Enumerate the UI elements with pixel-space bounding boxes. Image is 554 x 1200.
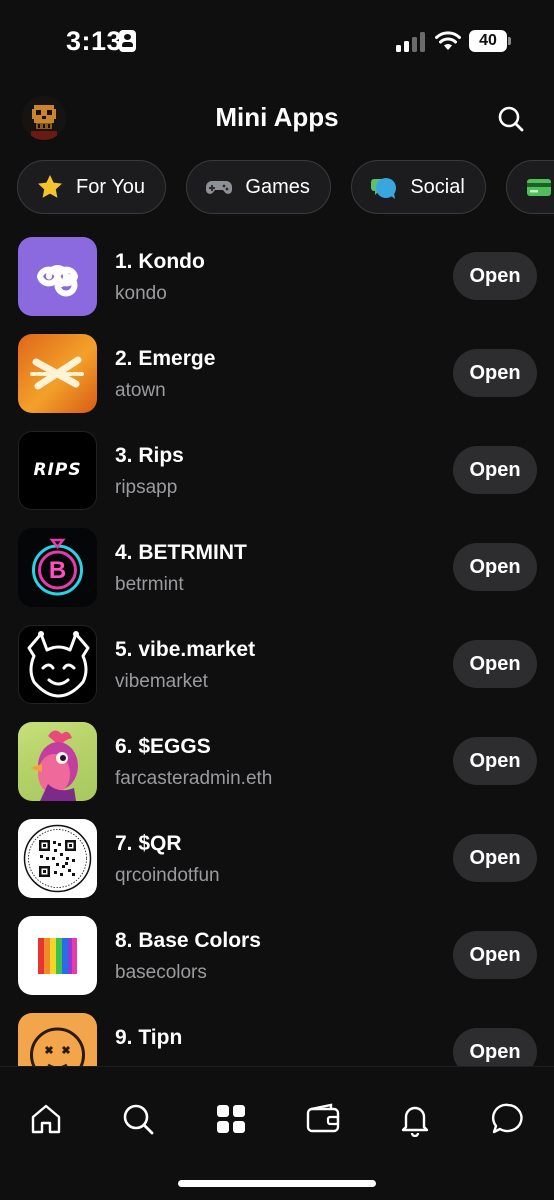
chat-icon[interactable] xyxy=(490,1101,526,1137)
filter-chips: For You Games Social Fi xyxy=(17,160,554,214)
rooster-logo xyxy=(18,722,97,801)
app-author: farcasteradmin.eth xyxy=(115,768,273,789)
battery-cap xyxy=(508,37,511,45)
chip-label: For You xyxy=(76,175,145,198)
open-button[interactable]: Open xyxy=(453,834,537,882)
gamepad-icon xyxy=(206,181,233,194)
grid-icon[interactable] xyxy=(213,1101,249,1137)
app-author: atown xyxy=(115,380,166,401)
app-author: kondo xyxy=(115,283,167,304)
list-item[interactable]: 6. $EGGS farcasteradmin.eth Open xyxy=(0,713,554,810)
chip-social[interactable]: Social xyxy=(351,160,486,214)
open-button[interactable]: Open xyxy=(453,446,537,494)
betrmint-logo-text: B xyxy=(48,557,67,584)
chat-bubbles-icon xyxy=(371,178,397,199)
app-author: betrmint xyxy=(115,574,184,595)
list-item[interactable]: 1. Kondo kondo Open xyxy=(0,228,554,325)
page-title: Mini Apps xyxy=(215,102,339,132)
app-list: 1. Kondo kondo Open 2. Emerge atown Open… xyxy=(0,228,554,1066)
app-name: 6. $EGGS xyxy=(115,735,211,758)
home-indicator xyxy=(178,1180,376,1187)
open-button[interactable]: Open xyxy=(453,640,537,688)
app-name: 1. Kondo xyxy=(115,250,205,273)
app-author: basecolors xyxy=(115,962,207,983)
list-item[interactable]: 5. vibe.market vibemarket Open xyxy=(0,616,554,713)
list-item[interactable]: RIPS 3. Rips ripsapp Open xyxy=(0,422,554,519)
betrmint-logo: B xyxy=(18,528,97,607)
open-button[interactable]: Open xyxy=(453,543,537,591)
status-time: 3:13 xyxy=(66,26,123,56)
vibe-cat-logo xyxy=(18,625,97,704)
wallet-icon[interactable] xyxy=(305,1101,341,1137)
kondo-logo xyxy=(18,237,97,316)
emerge-logo xyxy=(18,334,97,413)
id-card-icon xyxy=(119,30,136,52)
open-button[interactable]: Open xyxy=(453,737,537,785)
open-button[interactable]: Open xyxy=(453,252,537,300)
chip-games[interactable]: Games xyxy=(186,160,331,214)
app-author: vibemarket xyxy=(115,671,208,692)
rips-logo-text: RIPS xyxy=(33,460,82,480)
chip-for-you[interactable]: For You xyxy=(17,160,166,214)
home-icon[interactable] xyxy=(28,1101,64,1137)
open-button[interactable]: Open xyxy=(453,1028,537,1066)
list-item[interactable]: 7. $QR qrcoindotfun Open xyxy=(0,810,554,907)
app-name: 8. Base Colors xyxy=(115,929,261,952)
open-button[interactable]: Open xyxy=(453,349,537,397)
wifi-icon xyxy=(435,31,461,50)
rips-logo: RIPS xyxy=(18,431,97,510)
bell-icon[interactable] xyxy=(397,1101,433,1137)
app-author: qrcoindotfun xyxy=(115,865,220,886)
open-button[interactable]: Open xyxy=(453,931,537,979)
app-name: 9. Tipn xyxy=(115,1026,183,1049)
tipn-face-logo xyxy=(18,1013,97,1066)
chip-label: Games xyxy=(245,175,310,198)
search-icon[interactable] xyxy=(120,1101,156,1137)
list-item[interactable]: B 4. BETRMINT betrmint Open xyxy=(0,519,554,616)
card-icon xyxy=(527,179,552,196)
app-author: ripsapp xyxy=(115,477,178,498)
list-item[interactable]: 9. Tipn Open xyxy=(0,1004,554,1066)
qr-logo xyxy=(18,819,97,898)
color-bars-logo xyxy=(18,916,97,995)
header: Mini Apps xyxy=(0,92,554,144)
star-icon xyxy=(38,175,62,198)
app-name: 4. BETRMINT xyxy=(115,541,247,564)
chip-label: Social xyxy=(410,175,465,198)
list-item[interactable]: 2. Emerge atown Open xyxy=(0,325,554,422)
list-item[interactable]: 8. Base Colors basecolors Open xyxy=(0,907,554,1004)
app-name: 7. $QR xyxy=(115,832,182,855)
search-icon[interactable] xyxy=(494,102,528,136)
chip-finance[interactable]: Fi xyxy=(506,160,554,214)
app-name: 3. Rips xyxy=(115,444,184,467)
app-name: 2. Emerge xyxy=(115,347,216,370)
signal-icon xyxy=(396,32,426,52)
status-bar: 3:13 40 xyxy=(0,0,554,84)
battery-icon: 40 xyxy=(469,30,507,52)
app-name: 5. vibe.market xyxy=(115,638,256,661)
